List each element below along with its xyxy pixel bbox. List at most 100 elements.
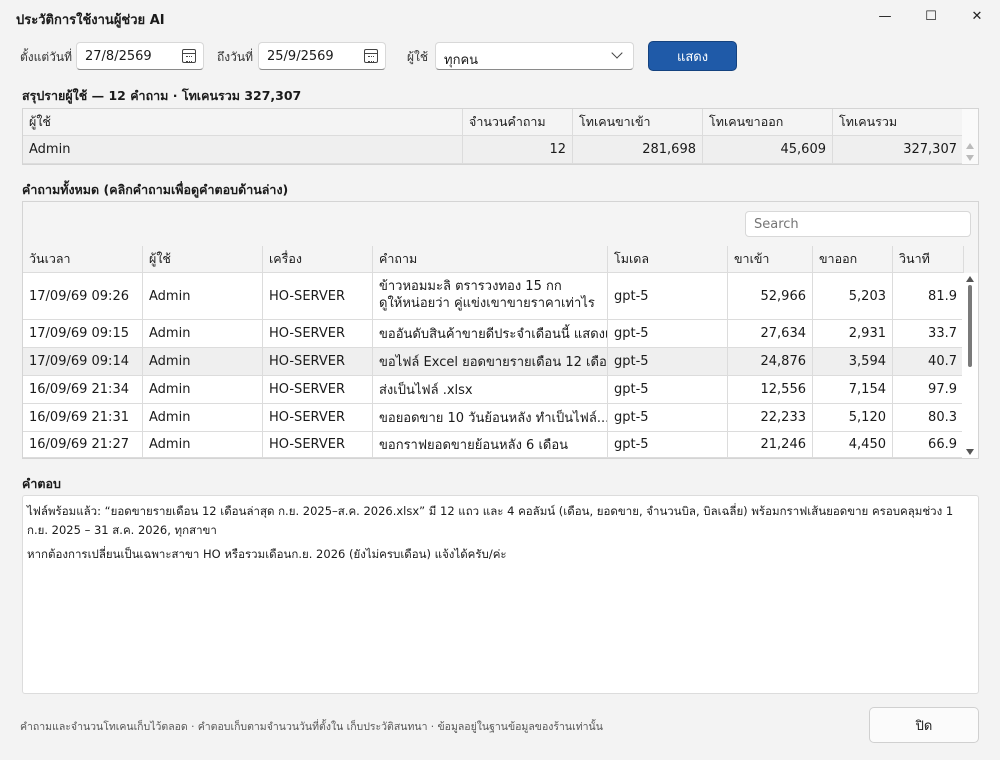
row-datetime: 17/09/69 09:15: [23, 320, 143, 348]
questions-table[interactable]: วันเวลา ผู้ใช้ เครื่อง คำถาม โมเดล ขาเข้…: [22, 201, 979, 459]
table-row[interactable]: 16/09/69 21:31 Admin HO-SERVER ขอยอดขาย …: [23, 404, 978, 432]
questions-header-row: วันเวลา ผู้ใช้ เครื่อง คำถาม โมเดล ขาเข้…: [23, 246, 978, 273]
row-question: ขอไฟล์ Excel ยอดขายรายเดือน 12 เดือ...: [373, 348, 608, 376]
questions-scrollbar[interactable]: [962, 273, 978, 458]
row-question: ขอยอดขาย 10 วันย้อนหลัง ทำเป็นไฟล์...: [373, 404, 608, 432]
maximize-button[interactable]: ☐: [908, 0, 954, 33]
table-row[interactable]: 17/09/69 09:26 Admin HO-SERVER ข้าวหอมมะ…: [23, 273, 978, 320]
summary-col-questions[interactable]: จำนวนคำถาม: [463, 109, 573, 136]
scroll-down-icon[interactable]: [966, 155, 974, 161]
row-output: 7,154: [813, 376, 893, 404]
row-user: Admin: [143, 404, 263, 432]
row-user: Admin: [143, 432, 263, 458]
footer-note: คำถามและจำนวนโทเคนเก็บไว้ตลอด · คำตอบเก็…: [20, 721, 603, 733]
summary-col-total-tokens[interactable]: โทเคนรวม: [833, 109, 964, 136]
user-select[interactable]: ทุกคน: [435, 42, 634, 70]
row-model: gpt-5: [608, 348, 728, 376]
summary-total-tokens: 327,307: [833, 136, 964, 164]
minimize-button[interactable]: —: [862, 0, 908, 33]
search-input[interactable]: [745, 211, 971, 237]
row-seconds: 40.7: [893, 348, 964, 376]
row-output: 3,594: [813, 348, 893, 376]
row-question: ส่งเป็นไฟล์ .xlsx: [373, 376, 608, 404]
summary-questions: 12: [463, 136, 573, 164]
from-date-label: ตั้งแต่วันที่: [20, 50, 73, 64]
summary-output-tokens: 45,609: [703, 136, 833, 164]
row-input: 24,876: [728, 348, 813, 376]
from-date-picker[interactable]: 27/8/2569: [76, 42, 204, 70]
col-model[interactable]: โมเดล: [608, 246, 728, 273]
row-model: gpt-5: [608, 320, 728, 348]
row-question: ขอกราฟยอดขายย้อนหลัง 6 เดือน: [373, 432, 608, 458]
row-machine: HO-SERVER: [263, 376, 373, 404]
answer-box[interactable]: ไฟล์พร้อมแล้ว: “ยอดขายรายเดือน 12 เดือนล…: [22, 495, 979, 694]
show-button[interactable]: แสดง: [648, 41, 737, 71]
summary-table[interactable]: ผู้ใช้ จำนวนคำถาม โทเคนขาเข้า โทเคนขาออก…: [22, 108, 979, 165]
row-question: ขออันดับสินค้าขายดีประจำเดือนนี้ แสดงเ..…: [373, 320, 608, 348]
scroll-up-icon[interactable]: [966, 143, 974, 149]
row-datetime: 17/09/69 09:26: [23, 273, 143, 320]
row-model: gpt-5: [608, 404, 728, 432]
table-row[interactable]: Admin 12 281,698 45,609 327,307: [23, 136, 978, 164]
row-output: 5,120: [813, 404, 893, 432]
summary-title: สรุปรายผู้ใช้ — 12 คำถาม · โทเคนรวม 327,…: [22, 88, 302, 103]
row-seconds: 81.9: [893, 273, 964, 320]
row-input: 27,634: [728, 320, 813, 348]
answer-paragraph-1: ไฟล์พร้อมแล้ว: “ยอดขายรายเดือน 12 เดือนล…: [27, 504, 954, 537]
row-input: 21,246: [728, 432, 813, 458]
row-machine: HO-SERVER: [263, 404, 373, 432]
row-model: gpt-5: [608, 273, 728, 320]
row-user: Admin: [143, 273, 263, 320]
col-datetime[interactable]: วันเวลา: [23, 246, 143, 273]
col-input[interactable]: ขาเข้า: [728, 246, 813, 273]
summary-col-user[interactable]: ผู้ใช้: [23, 109, 463, 136]
row-machine: HO-SERVER: [263, 320, 373, 348]
row-datetime: 16/09/69 21:31: [23, 404, 143, 432]
to-date-value: 25/9/2569: [267, 49, 334, 64]
summary-scrollbar[interactable]: [962, 109, 978, 164]
chevron-down-icon: [611, 47, 623, 59]
col-machine[interactable]: เครื่อง: [263, 246, 373, 273]
row-machine: HO-SERVER: [263, 432, 373, 458]
answer-title: คำตอบ: [22, 476, 61, 491]
row-datetime: 16/09/69 21:34: [23, 376, 143, 404]
row-input: 12,556: [728, 376, 813, 404]
from-date-value: 27/8/2569: [85, 49, 152, 64]
row-model: gpt-5: [608, 376, 728, 404]
calendar-icon[interactable]: [182, 49, 196, 63]
row-machine: HO-SERVER: [263, 348, 373, 376]
row-seconds: 33.7: [893, 320, 964, 348]
summary-user: Admin: [23, 136, 463, 164]
scrollbar-thumb[interactable]: [968, 285, 972, 367]
close-window-button[interactable]: ✕: [954, 0, 1000, 33]
row-question: ข้าวหอมมะลิ ตรารวงทอง 15 กก ดูให้หน่อยว่…: [373, 273, 608, 320]
row-input: 22,233: [728, 404, 813, 432]
scroll-up-icon[interactable]: [966, 276, 974, 282]
row-output: 2,931: [813, 320, 893, 348]
row-seconds: 97.9: [893, 376, 964, 404]
table-row[interactable]: 17/09/69 09:14 Admin HO-SERVER ขอไฟล์ Ex…: [23, 348, 978, 376]
row-machine: HO-SERVER: [263, 273, 373, 320]
col-seconds[interactable]: วินาที: [893, 246, 964, 273]
close-button[interactable]: ปิด: [869, 707, 979, 743]
to-date-picker[interactable]: 25/9/2569: [258, 42, 386, 70]
table-row[interactable]: 16/09/69 21:34 Admin HO-SERVER ส่งเป็นไฟ…: [23, 376, 978, 404]
scroll-down-icon[interactable]: [966, 449, 974, 455]
questions-title: คำถามทั้งหมด (คลิกคำถามเพื่อดูคำตอบด้านล…: [22, 182, 289, 197]
row-model: gpt-5: [608, 432, 728, 458]
row-user: Admin: [143, 348, 263, 376]
row-datetime: 16/09/69 21:27: [23, 432, 143, 458]
row-output: 5,203: [813, 273, 893, 320]
row-output: 4,450: [813, 432, 893, 458]
window-title: ประวัติการใช้งานผู้ช่วย AI: [16, 13, 165, 28]
col-question[interactable]: คำถาม: [373, 246, 608, 273]
summary-col-input-tokens[interactable]: โทเคนขาเข้า: [573, 109, 703, 136]
row-user: Admin: [143, 376, 263, 404]
calendar-icon[interactable]: [364, 49, 378, 63]
table-row[interactable]: 16/09/69 21:27 Admin HO-SERVER ขอกราฟยอด…: [23, 432, 978, 458]
summary-col-output-tokens[interactable]: โทเคนขาออก: [703, 109, 833, 136]
col-user[interactable]: ผู้ใช้: [143, 246, 263, 273]
to-date-label: ถึงวันที่: [217, 50, 253, 64]
table-row[interactable]: 17/09/69 09:15 Admin HO-SERVER ขออันดับส…: [23, 320, 978, 348]
col-output[interactable]: ขาออก: [813, 246, 893, 273]
